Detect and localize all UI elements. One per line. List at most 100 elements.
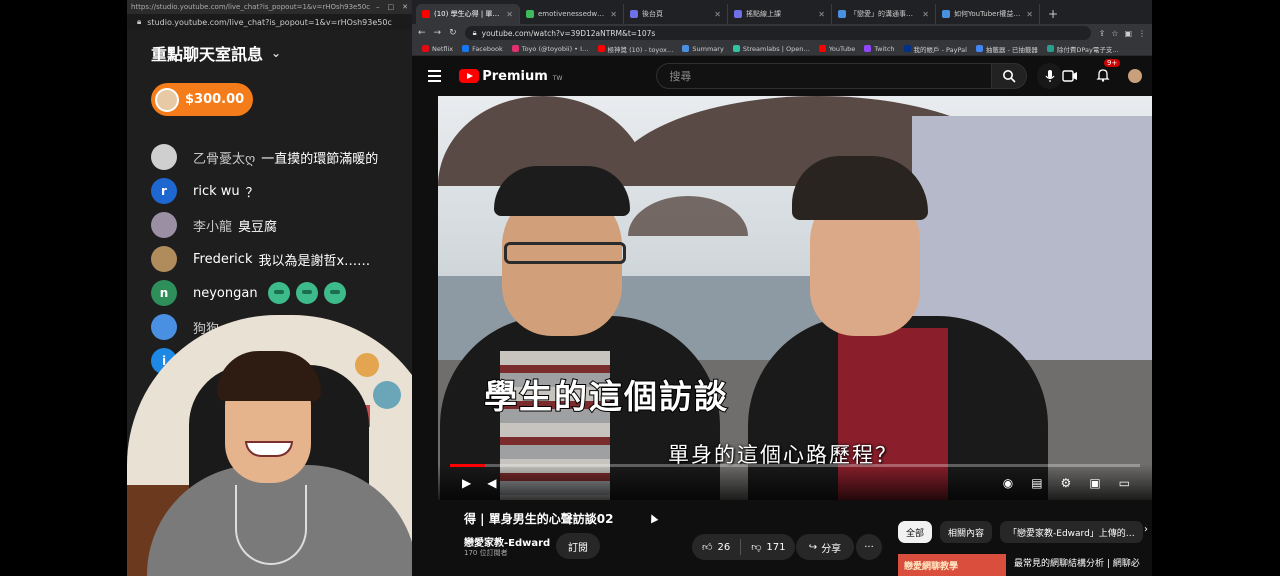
youtube-logo[interactable]: Premium TW (459, 69, 562, 84)
autoplay-toggle-icon[interactable]: ◉ (1003, 476, 1013, 490)
close-icon[interactable]: ✕ (818, 10, 825, 19)
tab-label: 後台頁 (642, 10, 663, 18)
bookmark-label: Twitch (874, 44, 895, 53)
chat-text: 一直摸的環節滿暖的 (261, 151, 379, 167)
settings-gear-icon[interactable]: ⚙ (1061, 476, 1072, 490)
pepe-emote-icon (295, 282, 318, 304)
like-button[interactable]: 👍︎ 26 (692, 541, 740, 554)
chat-author: 李小龍 (193, 219, 233, 235)
channel-name[interactable]: 戀愛家教-Edward (464, 534, 550, 549)
browser-tab[interactable]: 「戀愛」的溝通事件 | D… ✕ (832, 4, 936, 24)
bookmark-item[interactable]: Streamlabs | Open… (732, 45, 810, 53)
region-code: TW (552, 74, 563, 82)
extensions-icon[interactable]: ▣ (1124, 29, 1132, 38)
search-input[interactable]: 搜尋 (656, 63, 992, 89)
youtube-icon (422, 10, 430, 18)
bookmark-item[interactable]: 除付費DPay電子支… (1046, 44, 1119, 54)
share-button[interactable]: ↪ 分享 (796, 534, 854, 560)
notifications-button[interactable]: 9+ (1096, 58, 1121, 86)
video-player[interactable]: 單身的這個心路歷程？ ▶︎ ◀︎ ◉ ▤ ⚙ ▣ ▭ (438, 96, 1152, 500)
back-icon[interactable]: ← (418, 28, 426, 38)
share-icon: ↪ (808, 541, 818, 553)
chat-mode-label: 重點聊天室訊息 (151, 45, 264, 64)
theater-mode-icon[interactable]: ▭ (1119, 476, 1130, 490)
bookmark-item[interactable]: 抽籤器 - 已抽籤器 (975, 44, 1038, 54)
browser-tab[interactable]: 後台頁 ✕ (624, 4, 728, 24)
close-icon[interactable]: ✕ (1026, 10, 1033, 19)
bookmark-item[interactable]: 極神獎 (10) - toyox… (597, 44, 673, 54)
browser-tab[interactable]: (10) 學生心得 | 單身… ✕ (416, 4, 520, 24)
recommended-title[interactable]: 最常見的網聊結構分析 | 網聊必 (1014, 556, 1140, 569)
chevron-right-icon[interactable]: › (1144, 524, 1148, 535)
close-icon[interactable]: ✕ (922, 10, 929, 19)
miniplayer-icon[interactable]: ▣ (1089, 476, 1100, 490)
youtube-icon (818, 45, 826, 52)
tab-label: emotivenessedward | N… (538, 10, 607, 18)
account-avatar[interactable] (1128, 69, 1142, 83)
create-video-icon[interactable] (1062, 70, 1078, 82)
chat-author: Frederick (193, 251, 253, 267)
site-icon (526, 10, 534, 18)
more-actions-button[interactable]: ··· (856, 534, 882, 560)
new-tab-button[interactable]: + (1040, 7, 1066, 24)
browser-tab[interactable]: 如何YouTuber權益轉移 ✕ (936, 4, 1040, 24)
play-pause-icon[interactable]: ▶︎ (462, 476, 471, 490)
reload-icon[interactable]: ↻ (449, 28, 457, 38)
streamer-hair (217, 351, 321, 401)
site-icon (1046, 45, 1054, 52)
chat-mode-selector[interactable]: 重點聊天室訊息 ⌄ (127, 30, 412, 76)
minimize-icon[interactable]: – (376, 3, 380, 11)
superchat-ticker[interactable]: $300.00 (151, 83, 253, 116)
chip-channel-uploads[interactable]: 「戀愛家教-Edward」上傳的… (1000, 521, 1143, 543)
chip-all[interactable]: 全部 (898, 521, 933, 543)
chat-message[interactable]: r rick wu ？ (151, 174, 402, 208)
chat-titlebar-url: https://studio.youtube.com/live_chat?is_… (131, 3, 371, 11)
player-controls-left: ▶︎ ◀︎ (462, 476, 496, 490)
browser-tab[interactable]: 搖點線上課 ✕ (728, 4, 832, 24)
microphone-icon (1045, 70, 1055, 82)
share-page-icon[interactable]: ⇪ (1099, 29, 1106, 38)
bookmark-label: YouTube (828, 44, 856, 53)
forward-icon[interactable]: → (434, 28, 442, 38)
close-icon[interactable]: ✕ (402, 3, 408, 11)
hamburger-menu-icon[interactable] (428, 70, 442, 82)
close-icon[interactable]: ✕ (610, 10, 617, 19)
share-label: 分享 (821, 543, 842, 555)
extension-icons: ⇪ ☆ ▣ ⋮ (1099, 29, 1146, 38)
paypal-icon (903, 45, 911, 52)
address-bar[interactable]: 🔒︎ youtube.com/watch?v=39D12aNTRM&t=107s (464, 26, 1091, 40)
subscribe-button[interactable]: 訂閱 (556, 533, 600, 559)
bookmark-item[interactable]: Facebook (462, 45, 503, 53)
voice-search-button[interactable] (1037, 63, 1062, 89)
chip-related[interactable]: 相關內容 (940, 521, 993, 543)
video-title: 得 | 單身男生的心聲訪談02 (464, 512, 614, 526)
dislike-button[interactable]: 👎︎ 171 (741, 541, 795, 554)
progress-bar[interactable] (450, 464, 1140, 467)
chat-message[interactable]: Frederick 我以為是謝哲x…… (151, 242, 402, 276)
chat-titlebar: https://studio.youtube.com/live_chat?is_… (127, 0, 412, 14)
volume-icon[interactable]: ◀︎ (487, 476, 496, 490)
search-button[interactable] (991, 63, 1028, 89)
close-icon[interactable]: ✕ (714, 10, 721, 19)
close-icon[interactable]: ✕ (506, 10, 513, 19)
chat-address-bar[interactable]: 🔒︎ studio.youtube.com/live_chat?is_popou… (127, 14, 412, 30)
recommended-thumbnail[interactable]: 戀愛網聊教學 (898, 554, 1006, 576)
chat-message[interactable]: 乙骨憂太ღ 一直摸的環節滿暖的 (151, 140, 402, 174)
bookmark-item[interactable]: Toyo (@toyobii) • I… (511, 45, 589, 53)
bookmark-item[interactable]: YouTube (818, 44, 856, 53)
like-count: 26 (717, 541, 731, 553)
bookmark-item[interactable]: Summary (682, 45, 724, 53)
chat-message[interactable]: 李小龍 臭豆腐 (151, 208, 402, 242)
maximize-icon[interactable]: □ (388, 3, 395, 11)
menu-dots-icon[interactable]: ⋮ (1138, 29, 1146, 38)
browser-tab[interactable]: emotivenessedward | N… ✕ (520, 4, 624, 24)
bookmark-star-icon[interactable]: ☆ (1111, 29, 1118, 38)
chat-message[interactable]: n neyongan (151, 276, 402, 310)
subtitles-icon[interactable]: ▤ (1031, 476, 1042, 490)
bookmark-item[interactable]: Twitch (864, 44, 895, 53)
bookmark-label: Netflix (432, 44, 454, 53)
bookmark-item[interactable]: Netflix (422, 45, 453, 53)
bookmark-item[interactable]: 我的帳戶 - PayPal (903, 44, 967, 54)
mouse-pointer-icon (647, 512, 659, 524)
site-icon (630, 10, 638, 18)
